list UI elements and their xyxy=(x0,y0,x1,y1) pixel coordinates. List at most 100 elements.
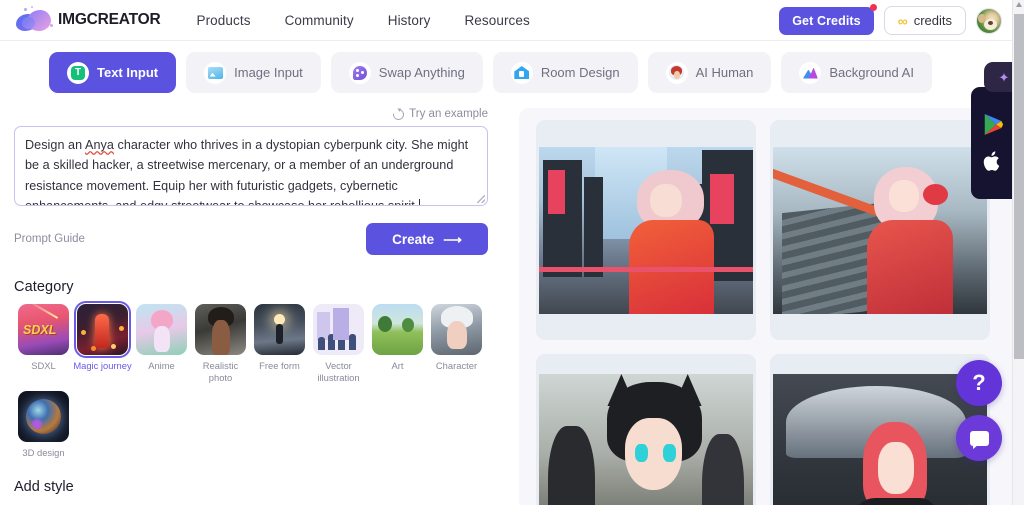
scrollbar-thumb[interactable] xyxy=(1013,14,1024,359)
left-panel: Try an example Design an Anya character … xyxy=(0,108,505,505)
ai-human-icon xyxy=(665,61,688,84)
category-label: Anime xyxy=(148,360,175,371)
prompt-guide-link[interactable]: Prompt Guide xyxy=(14,233,85,245)
category-label: Vector illustration xyxy=(317,360,360,383)
image-input-icon xyxy=(204,61,227,84)
tab-text-input[interactable]: T Text Input xyxy=(49,52,177,93)
room-design-icon xyxy=(510,61,533,84)
nav-item-resources[interactable]: Resources xyxy=(464,13,529,28)
main-nav: Products Community History Resources xyxy=(196,13,529,28)
infinity-icon: ∞ xyxy=(897,12,908,29)
category-item-free-form[interactable]: Free form xyxy=(250,304,309,383)
category-thumbnail xyxy=(136,304,187,355)
brand-name: IMGCREATOR xyxy=(58,11,161,28)
background-ai-icon xyxy=(799,61,822,84)
category-item-magic-journey[interactable]: Magic journey xyxy=(73,301,132,383)
create-button[interactable]: Create ⟶ xyxy=(366,223,488,255)
app-root: IMGCREATOR Products Community History Re… xyxy=(0,0,1024,505)
category-item-art[interactable]: Art xyxy=(368,304,427,383)
add-style-title: Add style xyxy=(14,478,74,495)
category-item-sdxl[interactable]: SDXL xyxy=(14,304,73,383)
create-label: Create xyxy=(392,231,435,247)
prompt-misspelled-streetwear: streetwear xyxy=(171,198,231,206)
category-item-character[interactable]: Character xyxy=(427,304,486,383)
category-label: Art xyxy=(391,360,404,371)
mode-tabs: T Text Input Image Input Swap Anything R… xyxy=(49,52,932,93)
credits-balance-button[interactable]: ∞ credits xyxy=(883,6,966,35)
nav-item-history[interactable]: History xyxy=(388,13,431,28)
category-thumbnail xyxy=(195,304,246,355)
app-download-widget[interactable] xyxy=(971,87,1015,199)
text-caret xyxy=(418,198,420,205)
tab-label: Image Input xyxy=(234,65,303,80)
category-label: SDXL xyxy=(31,360,56,371)
text-input-icon: T xyxy=(67,61,89,84)
blob-logo-icon xyxy=(14,6,56,34)
category-item-realistic-photo[interactable]: Realistic photo xyxy=(191,304,250,383)
refresh-icon xyxy=(391,108,407,122)
brand-logo[interactable]: IMGCREATOR xyxy=(14,6,161,34)
category-label: Magic journey xyxy=(73,360,132,371)
prompt-misspelled-anya: Anya xyxy=(85,138,114,152)
category-thumbnail xyxy=(372,304,423,355)
nav-item-products[interactable]: Products xyxy=(196,13,250,28)
avatar[interactable] xyxy=(976,7,1002,34)
scroll-up-arrow-icon[interactable] xyxy=(1015,2,1022,7)
swap-anything-icon xyxy=(348,61,371,84)
category-label: Character xyxy=(435,360,478,371)
result-thumbnail xyxy=(539,147,753,314)
tab-swap-anything[interactable]: Swap Anything xyxy=(330,52,483,93)
tab-background-ai[interactable]: Background AI xyxy=(781,52,932,93)
google-play-icon xyxy=(984,114,1003,135)
page-scrollbar[interactable] xyxy=(1012,0,1024,505)
notification-dot-icon xyxy=(869,3,877,11)
generated-art xyxy=(539,147,753,314)
category-thumbnail xyxy=(431,304,482,355)
generated-art xyxy=(773,147,987,314)
tab-label: Room Design xyxy=(540,65,620,80)
get-credits-button[interactable]: Get Credits xyxy=(779,3,877,35)
category-item-3d-design[interactable]: 3D design xyxy=(14,391,73,459)
apple-icon xyxy=(983,151,1000,171)
vector-people-icon xyxy=(318,334,360,350)
category-thumbnail xyxy=(18,391,69,442)
category-item-anime[interactable]: Anime xyxy=(132,304,191,383)
header-actions: Get Credits ∞ credits xyxy=(779,0,1002,41)
prompt-actions-row: Prompt Guide Create ⟶ xyxy=(14,223,488,255)
generated-art xyxy=(539,374,753,505)
help-button[interactable]: ? xyxy=(956,360,1002,406)
category-label: Free form xyxy=(259,360,300,371)
category-label: 3D design xyxy=(22,447,65,458)
prompt-seg-3: to showcase her rebellious spirit. xyxy=(230,198,419,206)
category-thumbnail xyxy=(74,301,131,358)
try-an-example-link[interactable]: Try an example xyxy=(391,108,488,122)
result-image-3[interactable] xyxy=(536,354,756,505)
tab-room-design[interactable]: Room Design xyxy=(492,52,638,93)
result-image-1[interactable] xyxy=(536,120,756,340)
tab-label: AI Human xyxy=(695,65,754,80)
category-item-vector-illustration[interactable]: Vector illustration xyxy=(309,304,368,383)
category-label: Realistic photo xyxy=(202,360,239,383)
top-header: IMGCREATOR Products Community History Re… xyxy=(0,0,1012,41)
tab-label: Background AI xyxy=(829,65,914,80)
result-image-2[interactable] xyxy=(770,120,990,340)
category-grid: SDXL Magic journey Anime Realistic photo… xyxy=(14,301,489,467)
tab-ai-human[interactable]: AI Human xyxy=(647,52,772,93)
question-mark-icon: ? xyxy=(972,370,986,395)
try-example-row: Try an example xyxy=(0,108,505,122)
credits-label: credits xyxy=(913,13,952,28)
result-thumbnail xyxy=(773,147,987,314)
generated-art xyxy=(773,374,987,505)
tab-image-input[interactable]: Image Input xyxy=(186,52,321,93)
textarea-resize-handle[interactable] xyxy=(477,195,485,203)
chat-button[interactable] xyxy=(956,415,1002,461)
result-thumbnail xyxy=(539,374,753,505)
tab-label: Text Input xyxy=(97,65,159,80)
results-grid xyxy=(536,120,990,505)
arrow-right-icon: ⟶ xyxy=(443,231,462,247)
prompt-input[interactable]: Design an Anya character who thrives in … xyxy=(14,126,488,206)
sparkle-icon: ✦ xyxy=(998,69,1010,85)
category-thumbnail xyxy=(254,304,305,355)
chat-bubble-icon xyxy=(969,430,989,446)
nav-item-community[interactable]: Community xyxy=(285,13,354,28)
